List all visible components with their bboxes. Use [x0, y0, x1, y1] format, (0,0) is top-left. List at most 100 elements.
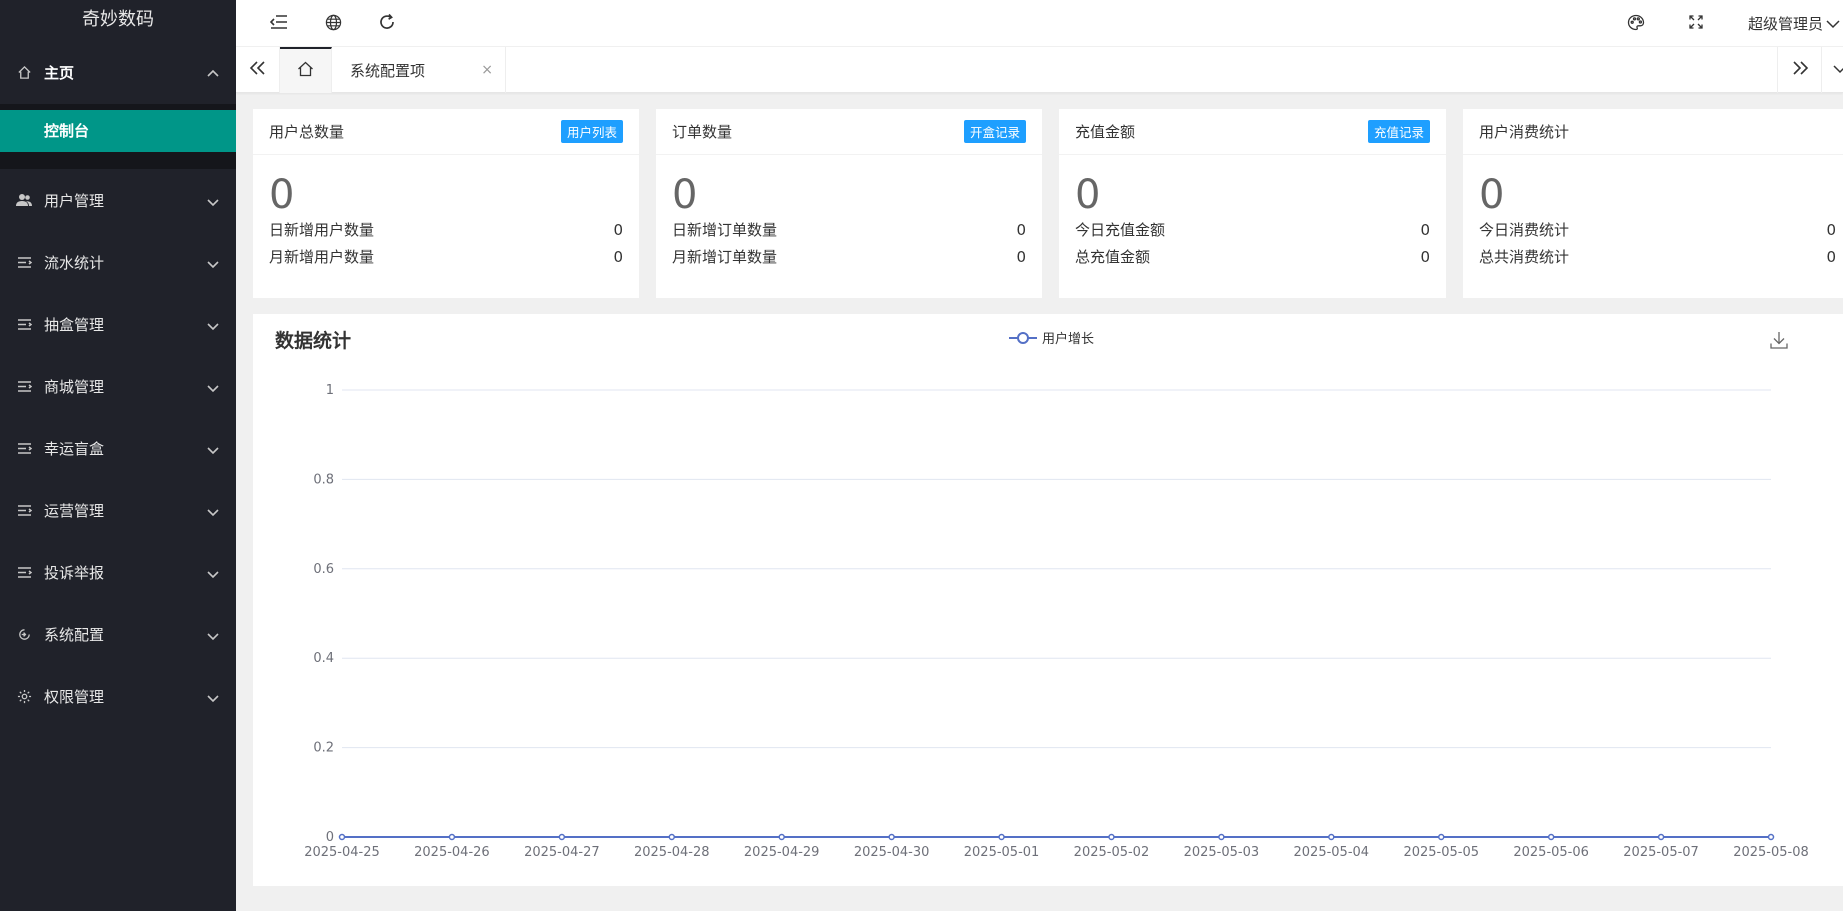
collapse-menu-icon[interactable]: [268, 11, 290, 33]
data-point[interactable]: [1108, 833, 1115, 841]
data-point[interactable]: [1657, 833, 1665, 841]
globe-icon[interactable]: [322, 11, 344, 33]
home-icon: [16, 64, 32, 80]
card-title: 充值金额: [1075, 123, 1136, 141]
sidebar-item-label: 权限管理: [44, 687, 105, 706]
chevron-down-icon: [206, 567, 220, 581]
data-point[interactable]: [1218, 833, 1225, 841]
refresh-cog-icon: [16, 626, 32, 642]
chevron-down-icon: [206, 691, 220, 705]
recharge-records-badge[interactable]: 充值记录: [1367, 120, 1430, 143]
y-tick-label: 0: [326, 830, 334, 845]
box-records-badge[interactable]: 开盒记录: [963, 120, 1026, 143]
row-label: 今日消费统计: [1479, 221, 1570, 239]
row-label: 总充值金额: [1075, 248, 1151, 266]
sidebar-item-lucky-box[interactable]: 幸运盲盒: [0, 417, 236, 479]
row-value: 0: [1016, 248, 1026, 266]
row-value: 0: [1826, 248, 1836, 266]
card-title: 用户消费统计: [1479, 123, 1570, 141]
gear-icon: [16, 688, 32, 704]
fullscreen-icon[interactable]: [1685, 11, 1707, 33]
y-tick-label: 1: [326, 383, 334, 398]
data-point[interactable]: [668, 833, 676, 841]
tab-bar: 系统配置项 ×: [236, 47, 1843, 93]
card-stat-row: 总共消费统计 0: [1463, 244, 1843, 271]
sidebar-item-label: 系统配置: [44, 625, 105, 644]
row-value: 0: [1826, 221, 1836, 239]
card-stat-row: 月新增订单数量 0: [656, 244, 1042, 271]
sidebar-item-label: 投诉举报: [44, 563, 105, 582]
sidebar-item-mall-management[interactable]: 商城管理: [0, 355, 236, 417]
list-icon: [16, 254, 32, 270]
sidebar-item-box-management[interactable]: 抽盒管理: [0, 293, 236, 355]
x-tick-label: 2025-05-07: [1623, 845, 1699, 860]
theme-palette-icon[interactable]: [1625, 11, 1647, 33]
x-tick-label: 2025-04-25: [304, 845, 380, 860]
sidebar-submenu-home: 控制台: [0, 104, 236, 169]
sidebar-item-label: 商城管理: [44, 377, 105, 396]
double-chevron-left-icon: [249, 60, 267, 80]
row-value: 0: [613, 248, 623, 266]
sidebar-item-operations[interactable]: 运营管理: [0, 479, 236, 541]
tab-options-button[interactable]: [1821, 47, 1843, 93]
y-tick-label: 0.8: [313, 472, 334, 487]
data-point[interactable]: [1767, 833, 1775, 841]
chevron-down-icon: [206, 629, 220, 643]
list-icon: [16, 378, 32, 394]
data-point[interactable]: [1437, 833, 1445, 841]
card-stat-row: 月新增用户数量 0: [253, 244, 639, 271]
data-point[interactable]: [448, 833, 456, 841]
x-tick-label: 2025-04-29: [744, 845, 820, 860]
y-tick-label: 0.2: [313, 741, 334, 756]
data-point[interactable]: [1328, 833, 1335, 841]
line-chart: 0 0.2 0.4 0.6 0.8 1 2025-04-25 2025-04-26 2025-0…: [304, 383, 1809, 860]
row-value: 0: [613, 221, 623, 239]
tab-home[interactable]: [280, 47, 332, 93]
top-header: 超级管理员: [236, 0, 1843, 47]
sidebar-item-flow-stats[interactable]: 流水统计: [0, 231, 236, 293]
data-point[interactable]: [998, 833, 1005, 841]
user-list-badge[interactable]: 用户列表: [560, 120, 623, 143]
list-icon: [16, 564, 32, 580]
card-stat-row: 总充值金额 0: [1059, 244, 1446, 271]
row-label: 日新增订单数量: [672, 221, 778, 239]
sidebar-item-user-management[interactable]: 用户管理: [0, 169, 236, 231]
stat-card-consumption: 用户消费统计 0 今日消费统计 0 总共消费统计 0: [1463, 109, 1843, 298]
y-tick-label: 0.6: [313, 562, 334, 577]
user-menu[interactable]: 超级管理员: [1748, 0, 1843, 47]
data-point[interactable]: [778, 833, 785, 841]
card-title: 用户总数量: [269, 123, 345, 141]
chevron-down-icon: [206, 505, 220, 519]
row-label: 总共消费统计: [1479, 248, 1570, 266]
close-icon[interactable]: ×: [481, 62, 493, 78]
chevron-down-icon: [1825, 17, 1841, 31]
sidebar-item-permissions[interactable]: 权限管理: [0, 665, 236, 727]
chevron-down-icon: [206, 319, 220, 333]
data-point[interactable]: [888, 833, 895, 841]
sidebar-item-dashboard[interactable]: 控制台: [0, 110, 236, 152]
row-value: 0: [1016, 221, 1026, 239]
list-icon: [16, 316, 32, 332]
sidebar-item-system-config[interactable]: 系统配置: [0, 603, 236, 665]
row-label: 月新增用户数量: [269, 248, 375, 266]
refresh-icon[interactable]: [376, 11, 398, 33]
data-point[interactable]: [1547, 833, 1555, 841]
x-tick-label: 2025-05-02: [1074, 845, 1150, 860]
sidebar-item-home[interactable]: 主页: [0, 40, 236, 104]
stat-card-orders: 订单数量 开盒记录 0 日新增订单数量 0 月新增订单数量 0: [656, 109, 1042, 298]
row-value: 0: [1420, 221, 1430, 239]
card-stat-row: 日新增用户数量 0: [253, 217, 639, 244]
tab-scroll-left-button[interactable]: [236, 47, 280, 93]
row-value: 0: [1420, 248, 1430, 266]
card-value: 0: [672, 172, 698, 218]
card-value: 0: [1075, 172, 1101, 218]
tab-scroll-right-button[interactable]: [1777, 47, 1821, 93]
data-point[interactable]: [558, 833, 566, 841]
tab-system-config[interactable]: 系统配置项 ×: [332, 47, 506, 93]
row-label: 月新增订单数量: [672, 248, 778, 266]
data-point[interactable]: [338, 833, 346, 841]
home-icon: [297, 61, 314, 81]
sidebar-item-complaints[interactable]: 投诉举报: [0, 541, 236, 603]
sidebar-item-label: 运营管理: [44, 501, 105, 520]
chevron-down-icon: [206, 195, 220, 209]
